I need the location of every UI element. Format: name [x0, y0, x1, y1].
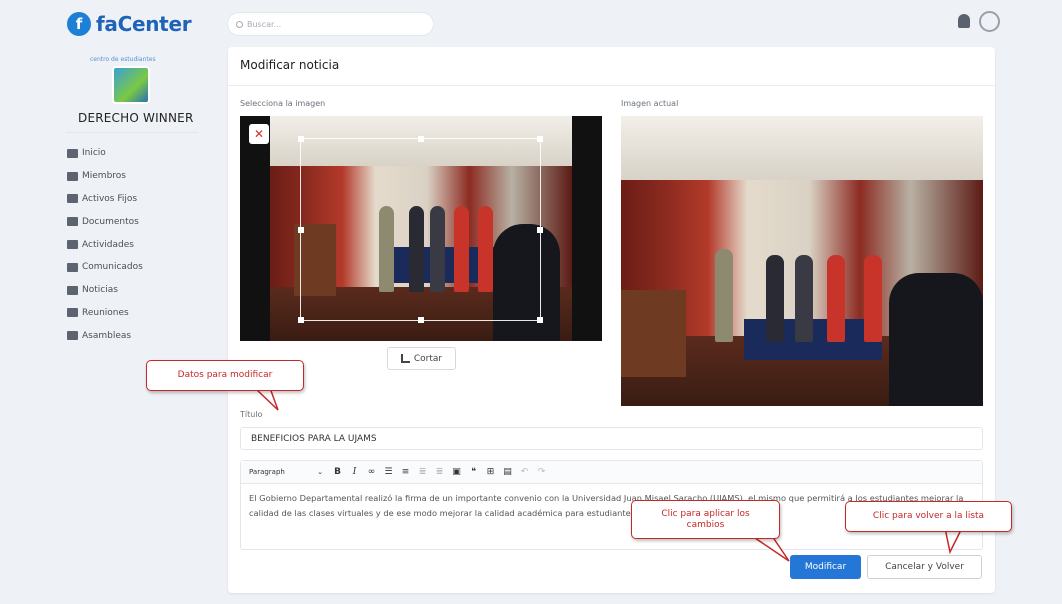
app-name: faCenter: [96, 12, 192, 36]
sidebar-item-label: Noticias: [82, 285, 118, 296]
org-name: DERECHO WINNER: [78, 111, 194, 125]
sidebar-item-label: Actividades: [82, 239, 134, 250]
calendar-icon: [67, 240, 78, 250]
chevron-down-icon: ⌄: [317, 468, 323, 476]
sidebar-item-activos-fijos[interactable]: Activos Fijos: [67, 188, 143, 211]
crop-handle[interactable]: [537, 317, 543, 323]
image-cropper[interactable]: ✕: [240, 116, 602, 341]
crop-handle[interactable]: [418, 317, 424, 323]
current-image-label: Imagen actual: [621, 99, 679, 108]
back-callout: Clic para volver a la lista: [845, 501, 1012, 532]
indent-icon[interactable]: ≣: [433, 466, 446, 479]
folder-icon: [67, 217, 78, 227]
divider: [228, 85, 995, 86]
undo-icon[interactable]: ↶: [518, 466, 531, 479]
crop-frame[interactable]: [298, 136, 543, 323]
editor-toolbar: Paragraph ⌄ B I ∞ ☰ ≡ ≣ ≣ ▣ ❝ ⊞ ▤ ↶ ↷: [241, 461, 982, 484]
search-input[interactable]: Buscar...: [228, 13, 433, 35]
app-logo[interactable]: f faCenter: [67, 12, 192, 36]
paragraph-select-value: Paragraph: [249, 468, 285, 476]
italic-icon[interactable]: I: [348, 466, 361, 479]
redo-icon[interactable]: ↷: [535, 466, 548, 479]
sidebar-item-label: Inicio: [82, 148, 106, 159]
sidebar-item-asambleas[interactable]: Asambleas: [67, 324, 143, 347]
home-icon: [67, 148, 78, 158]
current-image: [621, 116, 983, 406]
sidebar-item-label: Documentos: [82, 216, 139, 227]
sidebar: f faCenter centro de estudiantes DERECHO…: [0, 0, 215, 604]
sidebar-item-label: Reuniones: [82, 307, 129, 318]
crop-handle[interactable]: [298, 317, 304, 323]
link-icon[interactable]: ∞: [365, 466, 378, 479]
sidebar-item-inicio[interactable]: Inicio: [67, 142, 143, 165]
org-center-label: centro de estudiantes: [90, 56, 156, 63]
bold-icon[interactable]: B: [331, 466, 344, 479]
media-icon[interactable]: ▤: [501, 466, 514, 479]
sidebar-item-actividades[interactable]: Actividades: [67, 233, 143, 256]
sidebar-nav: Inicio Miembros Activos Fijos Documentos…: [67, 142, 143, 347]
data-callout: Datos para modificar: [146, 360, 304, 391]
user-avatar-icon[interactable]: [979, 11, 1000, 32]
numbered-list-icon[interactable]: ≡: [399, 466, 412, 479]
close-icon: ✕: [253, 127, 265, 141]
sidebar-item-label: Activos Fijos: [82, 193, 138, 204]
sidebar-item-label: Miembros: [82, 171, 126, 182]
crop-handle[interactable]: [298, 227, 304, 233]
crop-handle[interactable]: [537, 136, 543, 142]
megaphone-icon: [67, 262, 78, 272]
sidebar-item-reuniones[interactable]: Reuniones: [67, 302, 143, 325]
sidebar-item-label: Asambleas: [82, 330, 132, 341]
sidebar-item-miembros[interactable]: Miembros: [67, 165, 143, 188]
org-logo: [112, 66, 150, 104]
paragraph-select[interactable]: Paragraph ⌄: [249, 468, 331, 476]
sidebar-item-comunicados[interactable]: Comunicados: [67, 256, 143, 279]
sidebar-item-label: Comunicados: [82, 262, 143, 273]
gavel-icon: [67, 331, 78, 341]
divider: [66, 132, 198, 133]
crop-button[interactable]: Cortar: [387, 347, 456, 370]
crop-handle[interactable]: [418, 136, 424, 142]
remove-image-button[interactable]: ✕: [249, 124, 269, 144]
apply-callout: Clic para aplicar los cambios: [631, 500, 780, 539]
furniture-icon: [67, 194, 78, 204]
title-label: Título: [240, 410, 263, 419]
image-icon[interactable]: ▣: [450, 466, 463, 479]
crop-handle[interactable]: [298, 136, 304, 142]
table-icon[interactable]: ⊞: [484, 466, 497, 479]
crop-icon: [400, 354, 410, 363]
crop-button-label: Cortar: [413, 353, 443, 364]
select-image-label: Selecciona la imagen: [240, 99, 326, 108]
sidebar-item-noticias[interactable]: Noticias: [67, 279, 143, 302]
bullet-list-icon[interactable]: ☰: [382, 466, 395, 479]
cancel-and-back-button[interactable]: Cancelar y Volver: [867, 555, 982, 579]
quote-icon[interactable]: ❝: [467, 466, 480, 479]
group-icon: [67, 308, 78, 318]
search-placeholder: Buscar...: [247, 19, 282, 29]
crop-handle[interactable]: [537, 227, 543, 233]
sidebar-item-documentos[interactable]: Documentos: [67, 210, 143, 233]
id-card-icon: [67, 171, 78, 181]
title-field[interactable]: BENEFICIOS PARA LA UJAMS: [240, 427, 983, 450]
page-title: Modificar noticia: [240, 58, 340, 72]
logo-icon: f: [67, 12, 91, 36]
notification-bell-icon[interactable]: [958, 14, 970, 28]
newspaper-icon: [67, 285, 78, 295]
modify-button[interactable]: Modificar: [790, 555, 861, 579]
search-icon: [236, 20, 243, 28]
outdent-icon[interactable]: ≣: [416, 466, 429, 479]
